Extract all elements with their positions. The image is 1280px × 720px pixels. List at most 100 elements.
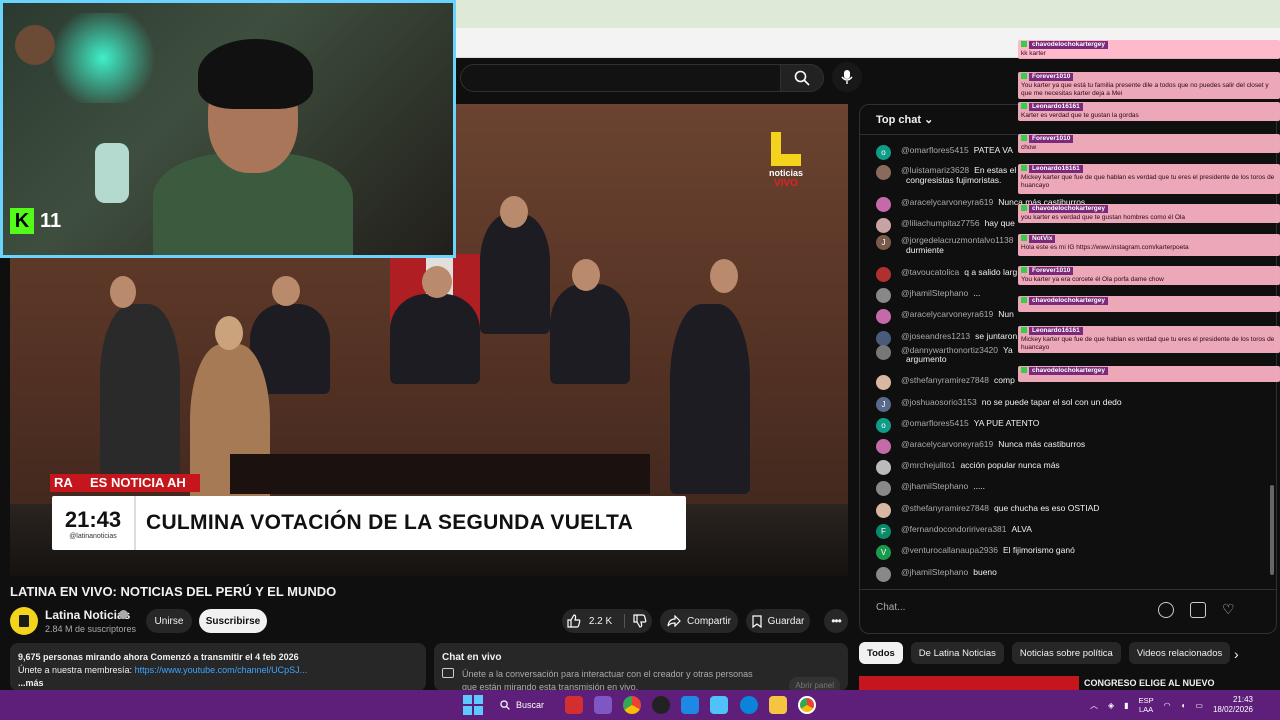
- subscriber-count: 2.84 M de suscriptores: [45, 624, 137, 634]
- chat-message[interactable]: o @omarflores5415 YA PUE ATENTO: [876, 418, 1256, 433]
- app-icon-2[interactable]: [594, 696, 612, 714]
- subscribe-button[interactable]: Suscribirse: [199, 609, 267, 633]
- chat-avatar[interactable]: V: [876, 545, 891, 560]
- chat-author[interactable]: @sthefanyramirez7848: [901, 503, 989, 513]
- chat-avatar[interactable]: [876, 567, 891, 582]
- chat-avatar[interactable]: [876, 309, 891, 324]
- chat-input[interactable]: Chat...: [876, 602, 905, 613]
- chat-author[interactable]: @omarflores5415: [901, 418, 969, 428]
- share-button[interactable]: Compartir: [660, 609, 738, 633]
- chip-3[interactable]: Videos relacionados: [1128, 642, 1231, 664]
- chat-bubble-icon: [442, 668, 454, 678]
- store-icon[interactable]: [710, 696, 728, 714]
- related-video-title[interactable]: CONGRESO ELIGE AL NUEVO: [1084, 678, 1215, 688]
- wifi-icon[interactable]: ◠: [1164, 701, 1171, 710]
- chat-avatar[interactable]: o: [876, 145, 891, 160]
- chat-author[interactable]: @luistamariz3628: [901, 165, 969, 175]
- chat-author[interactable]: @venturocallanaupa2936: [901, 545, 998, 555]
- chat-message[interactable]: F @fernandocondoririvera381 ALVA: [876, 524, 1256, 539]
- language-indicator[interactable]: ESP LAA: [1139, 696, 1154, 714]
- chat-author[interactable]: @aracelycarvoneyra619: [901, 309, 993, 319]
- voice-search-button[interactable]: [832, 62, 862, 92]
- chat-scrollbar[interactable]: [1270, 485, 1274, 575]
- chat-author[interactable]: @joshuaosorio3153: [901, 397, 977, 407]
- chat-author[interactable]: @tavoucatolica: [901, 267, 959, 277]
- chat-author[interactable]: @aracelycarvoneyra619: [901, 439, 993, 449]
- taskbar-clock[interactable]: 21:43 18/02/2026: [1213, 695, 1253, 715]
- chat-message[interactable]: @mrchejulito1 acción popular nunca más: [876, 460, 1256, 475]
- chip-1[interactable]: De Latina Noticias: [910, 642, 1004, 664]
- search-button[interactable]: [780, 64, 824, 92]
- app-icon-3[interactable]: [652, 696, 670, 714]
- chat-message[interactable]: @aracelycarvoneyra619 Nunca más castiburr…: [876, 439, 1256, 454]
- chip-0[interactable]: Todos: [859, 642, 903, 664]
- chat-mode-label[interactable]: Top chat: [876, 114, 921, 126]
- chat-author[interactable]: @liliachumpitaz7756: [901, 218, 980, 228]
- chat-message[interactable]: @jhamilStephano bueno: [876, 567, 1256, 582]
- chat-avatar[interactable]: F: [876, 524, 891, 539]
- chat-avatar[interactable]: [876, 460, 891, 475]
- battery-icon[interactable]: ▭: [1195, 701, 1203, 710]
- edge-icon[interactable]: [740, 696, 758, 714]
- chat-avatar[interactable]: [876, 375, 891, 390]
- chat-author[interactable]: @jhamilStephano: [901, 481, 968, 491]
- chat-author[interactable]: @mrchejulito1: [901, 460, 955, 470]
- heart-icon[interactable]: ♡: [1222, 602, 1238, 618]
- chat-author[interactable]: @jhamilStephano: [901, 288, 968, 298]
- windows-start-icon[interactable]: [463, 695, 483, 715]
- streamer-webcam: [0, 0, 456, 258]
- chrome-icon[interactable]: [623, 696, 641, 714]
- app-icon-1[interactable]: [565, 696, 583, 714]
- chat-avatar[interactable]: o: [876, 418, 891, 433]
- taskbar-search[interactable]: Buscar: [500, 695, 544, 715]
- overlay-chat-text: Karter es verdad que te gustan la gordas: [1021, 112, 1139, 119]
- chat-avatar[interactable]: [876, 331, 891, 346]
- chat-author[interactable]: @sthefanyramirez7848: [901, 375, 989, 385]
- thumbs-down-icon[interactable]: [633, 614, 647, 628]
- chat-message[interactable]: @sthefanyramirez7848 que chucha es eso OS…: [876, 503, 1256, 518]
- viewer-count: 11: [40, 209, 62, 232]
- volume-icon[interactable]: ◖: [1181, 701, 1186, 710]
- chat-author[interactable]: @jhamilStephano: [901, 567, 968, 577]
- like-button[interactable]: 2.2 K: [562, 609, 652, 633]
- more-actions-button[interactable]: •••: [824, 609, 848, 633]
- save-button[interactable]: Guardar: [746, 609, 810, 633]
- badge-icon: [1021, 41, 1027, 48]
- chat-avatar[interactable]: [876, 503, 891, 518]
- description-box[interactable]: 9,675 personas mirando ahora Comenzó a t…: [10, 643, 426, 691]
- membership-link[interactable]: https://www.youtube.com/channel/UCpSJ...: [135, 665, 308, 675]
- chat-avatar[interactable]: [876, 218, 891, 233]
- show-more[interactable]: ...más: [18, 677, 418, 690]
- chat-author[interactable]: @aracelycarvoneyra619: [901, 197, 993, 207]
- chat-avatar[interactable]: [876, 288, 891, 303]
- chevron-up-icon[interactable]: ︿: [1090, 700, 1098, 711]
- network-icon[interactable]: ◈: [1108, 701, 1114, 710]
- chat-message[interactable]: V @venturocallanaupa2936 El fijimorismo ga…: [876, 545, 1256, 560]
- channel-name[interactable]: Latina Noticias: [45, 608, 130, 622]
- related-video-thumbnail[interactable]: [859, 676, 1079, 690]
- chat-avatar[interactable]: [876, 197, 891, 212]
- chip-2[interactable]: Noticias sobre política: [1011, 642, 1121, 664]
- join-button[interactable]: Unirse: [146, 609, 192, 633]
- emoji-icon[interactable]: [1158, 602, 1174, 618]
- overlay-chat-text: Hola este es mi IG https://www.instagram…: [1021, 244, 1189, 251]
- chat-author[interactable]: @joseandres1213: [901, 331, 970, 341]
- chat-author[interactable]: @omarflores5415: [901, 145, 969, 155]
- chat-avatar[interactable]: J: [876, 397, 891, 412]
- channel-avatar[interactable]: [10, 607, 38, 635]
- mail-icon[interactable]: [681, 696, 699, 714]
- chat-avatar[interactable]: [876, 267, 891, 282]
- search-input[interactable]: [460, 64, 780, 92]
- chevron-right-icon[interactable]: ›: [1234, 646, 1239, 662]
- chat-author[interactable]: @jorgedelacruzmontalvo1138: [901, 235, 1013, 245]
- microphone-icon[interactable]: ▮: [1124, 701, 1128, 710]
- person-head: [110, 276, 136, 308]
- chrome-active-icon[interactable]: [798, 696, 816, 714]
- badge-icon: [1021, 267, 1027, 274]
- chat-message[interactable]: @jhamilStephano.....: [876, 481, 1256, 496]
- super-chat-icon[interactable]: [1190, 602, 1206, 618]
- chat-author[interactable]: @fernandocondoririvera381: [901, 524, 1007, 534]
- chat-avatar[interactable]: [876, 481, 891, 496]
- file-explorer-icon[interactable]: [769, 696, 787, 714]
- chat-avatar[interactable]: [876, 439, 891, 454]
